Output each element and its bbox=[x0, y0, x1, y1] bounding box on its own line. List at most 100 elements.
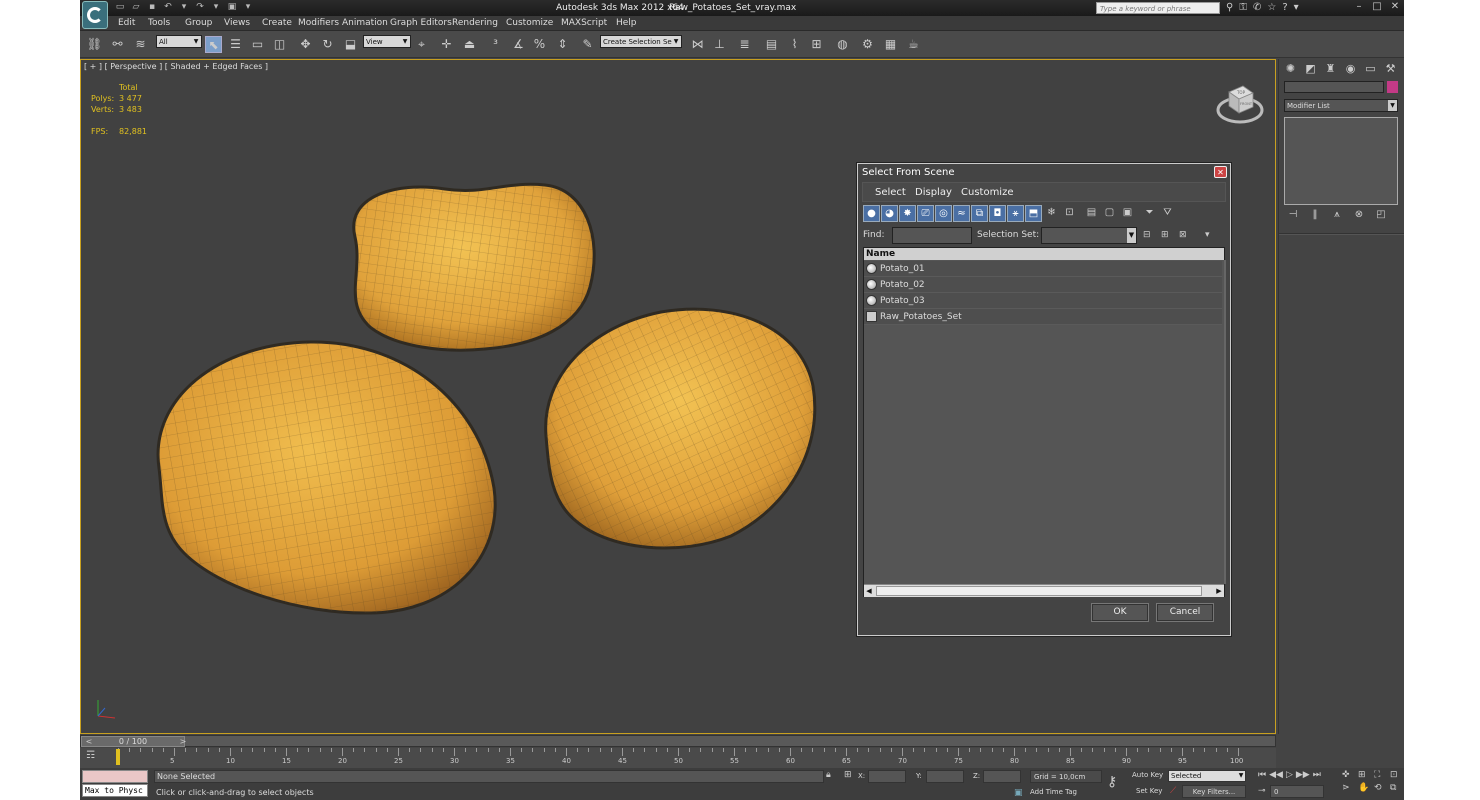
auto-key-button[interactable]: Auto Key bbox=[1132, 771, 1163, 779]
edit-named-selection-icon[interactable]: ✎ bbox=[579, 36, 596, 53]
keyboard-shortcut-override-icon[interactable]: ⏏ bbox=[461, 36, 478, 53]
select-manipulate-icon[interactable]: ✛ bbox=[438, 36, 455, 53]
menu-rendering[interactable]: Rendering bbox=[452, 18, 498, 28]
rotate-icon[interactable]: ↻ bbox=[319, 36, 336, 53]
binoculars-icon[interactable]: ⚲ bbox=[1226, 2, 1233, 13]
percent-snap-icon[interactable]: % bbox=[531, 36, 548, 53]
redo-icon[interactable]: ↷ bbox=[194, 2, 206, 13]
field-of-view-icon[interactable]: ⋗ bbox=[1342, 783, 1356, 793]
select-by-name-icon[interactable]: ☰ bbox=[227, 36, 244, 53]
list-item[interactable]: Raw_Potatoes_Set bbox=[864, 309, 1222, 325]
mirror-icon[interactable]: ⋈ bbox=[689, 36, 706, 53]
object-color-swatch[interactable] bbox=[1387, 81, 1398, 93]
open-file-icon[interactable]: ▱ bbox=[130, 2, 142, 13]
menu-help[interactable]: Help bbox=[616, 18, 637, 28]
remove-modifier-icon[interactable]: ⊗ bbox=[1351, 209, 1367, 223]
curve-editor-icon[interactable]: ⌇ bbox=[786, 36, 803, 53]
menu-tools[interactable]: Tools bbox=[148, 18, 170, 28]
undo-dropdown-icon[interactable]: ▾ bbox=[178, 2, 190, 13]
find-input[interactable] bbox=[892, 227, 972, 244]
render-setup-icon[interactable]: ⚙ bbox=[859, 36, 876, 53]
window-crossing-icon[interactable]: ◫ bbox=[271, 36, 288, 53]
unlink-icon[interactable]: ⚯ bbox=[109, 36, 126, 53]
display-lights-icon[interactable]: ✸ bbox=[899, 205, 916, 222]
cancel-button[interactable]: Cancel bbox=[1156, 603, 1214, 622]
maximize-viewport-icon[interactable]: ⧉ bbox=[1390, 783, 1404, 793]
x-coordinate-input[interactable] bbox=[868, 770, 906, 783]
graphite-ribbon-icon[interactable]: ▤ bbox=[763, 36, 780, 53]
scene-object-list[interactable]: Name Potato_01 Potato_02 Potato_03 Raw_P… bbox=[863, 247, 1226, 597]
display-geometry-icon[interactable]: ● bbox=[863, 205, 880, 222]
help-icon[interactable]: ? bbox=[1282, 2, 1287, 13]
save-file-icon[interactable]: ▪ bbox=[146, 2, 158, 13]
layer-manager-icon[interactable]: ≣ bbox=[736, 36, 753, 53]
menu-create[interactable]: Create bbox=[262, 18, 292, 28]
horizontal-scrollbar[interactable]: ◀ ▶ bbox=[864, 584, 1224, 597]
named-selection-dropdown[interactable]: Create Selection Se ▼ bbox=[600, 35, 682, 48]
pan-view-icon[interactable]: ✋ bbox=[1358, 783, 1372, 793]
menu-edit[interactable]: Edit bbox=[118, 18, 135, 28]
maximize-icon[interactable]: □ bbox=[1368, 0, 1386, 14]
angle-snap-icon[interactable]: ∡ bbox=[510, 36, 527, 53]
modifier-list-dropdown[interactable]: Modifier List ▼ bbox=[1284, 99, 1398, 112]
y-coordinate-input[interactable] bbox=[926, 770, 964, 783]
pin-stack-icon[interactable]: ⊣ bbox=[1285, 209, 1301, 223]
filter-icon[interactable]: ⏷ bbox=[1141, 205, 1158, 222]
time-slider-prev-icon[interactable]: < bbox=[84, 737, 94, 747]
display-tab-icon[interactable]: ▭ bbox=[1363, 61, 1378, 76]
set-key-button[interactable]: Set Key bbox=[1136, 787, 1162, 795]
communication-icon[interactable]: ✆ bbox=[1253, 2, 1261, 13]
select-object-icon[interactable]: ⬉ bbox=[205, 36, 222, 53]
key-filters-button[interactable]: Key Filters... bbox=[1182, 785, 1246, 798]
viewport-label[interactable]: [ + ] [ Perspective ] [ Shaded + Edged F… bbox=[84, 62, 268, 71]
display-bones-icon[interactable]: ⚹ bbox=[1007, 205, 1024, 222]
move-icon[interactable]: ✥ bbox=[297, 36, 314, 53]
display-helpers-icon[interactable]: ◎ bbox=[935, 205, 952, 222]
next-frame-icon[interactable]: ▶▶ bbox=[1296, 770, 1310, 780]
display-containers-icon[interactable]: ⬒ bbox=[1025, 205, 1042, 222]
display-space-warps-icon[interactable]: ≈ bbox=[953, 205, 970, 222]
add-time-tag-icon[interactable]: ▣ bbox=[1014, 788, 1023, 798]
zoom-all-icon[interactable]: ⊞ bbox=[1358, 770, 1372, 780]
redo-dropdown-icon[interactable]: ▾ bbox=[210, 2, 222, 13]
track-bar[interactable]: ☶ 5 10 15 20 25 30 35 40 45 50 55 60 65 70 75 80 85 90 95 1… bbox=[80, 748, 1276, 768]
rectangular-selection-icon[interactable]: ▭ bbox=[249, 36, 266, 53]
go-to-start-icon[interactable]: ⏮ bbox=[1258, 770, 1266, 780]
dialog-close-button[interactable]: ✕ bbox=[1214, 166, 1227, 178]
menu-modifiers[interactable]: Modifiers bbox=[298, 18, 339, 28]
menu-graph-editors[interactable]: Graph Editors bbox=[390, 18, 452, 28]
scroll-right-icon[interactable]: ▶ bbox=[1214, 585, 1224, 597]
options-chevron-icon[interactable]: ▾ bbox=[1205, 230, 1210, 240]
motion-tab-icon[interactable]: ◉ bbox=[1343, 61, 1358, 76]
new-file-icon[interactable]: ▭ bbox=[114, 2, 126, 13]
menu-views[interactable]: Views bbox=[224, 18, 250, 28]
list-item[interactable]: Potato_02 bbox=[864, 277, 1222, 293]
display-hidden-icon[interactable]: ⊡ bbox=[1061, 205, 1078, 222]
menu-customize[interactable]: Customize bbox=[506, 18, 553, 28]
align-icon[interactable]: ⊥ bbox=[711, 36, 728, 53]
help-dropdown-icon[interactable]: ▾ bbox=[1294, 2, 1299, 13]
make-unique-icon[interactable]: ⩚ bbox=[1329, 209, 1345, 223]
current-frame-input[interactable]: 0 bbox=[1270, 785, 1324, 798]
previous-frame-icon[interactable]: ◀◀ bbox=[1269, 770, 1283, 780]
key-icon[interactable]: ⚿ bbox=[1239, 2, 1247, 13]
key-selection-dropdown[interactable]: Selected ▼ bbox=[1168, 770, 1246, 782]
select-all-icon[interactable]: ▤ bbox=[1083, 205, 1100, 222]
selection-set-dropdown[interactable]: ▼ bbox=[1041, 227, 1137, 244]
column-header-name[interactable]: Name bbox=[864, 248, 1224, 260]
key-mode-icon[interactable]: ⟋ bbox=[1170, 786, 1176, 796]
app-logo-icon[interactable] bbox=[82, 1, 108, 29]
play-icon[interactable]: ▷ bbox=[1286, 770, 1293, 780]
display-shapes-icon[interactable]: ◕ bbox=[881, 205, 898, 222]
menu-group[interactable]: Group bbox=[185, 18, 212, 28]
add-time-tag[interactable]: Add Time Tag bbox=[1030, 788, 1077, 796]
time-slider-thumb[interactable]: < 0 / 100 > bbox=[81, 736, 186, 747]
project-folder-icon[interactable]: ▣ bbox=[226, 2, 238, 13]
utilities-tab-icon[interactable]: ⚒ bbox=[1383, 61, 1398, 76]
set-key-icon[interactable]: ⚷ bbox=[1107, 774, 1117, 790]
scale-icon[interactable]: ⬓ bbox=[342, 36, 359, 53]
dialog-menu-select[interactable]: Select bbox=[875, 187, 906, 198]
zoom-extents-all-icon[interactable]: ⊡ bbox=[1390, 770, 1404, 780]
potato-01-mesh[interactable] bbox=[149, 338, 497, 616]
display-xrefs-icon[interactable]: ◘ bbox=[989, 205, 1006, 222]
